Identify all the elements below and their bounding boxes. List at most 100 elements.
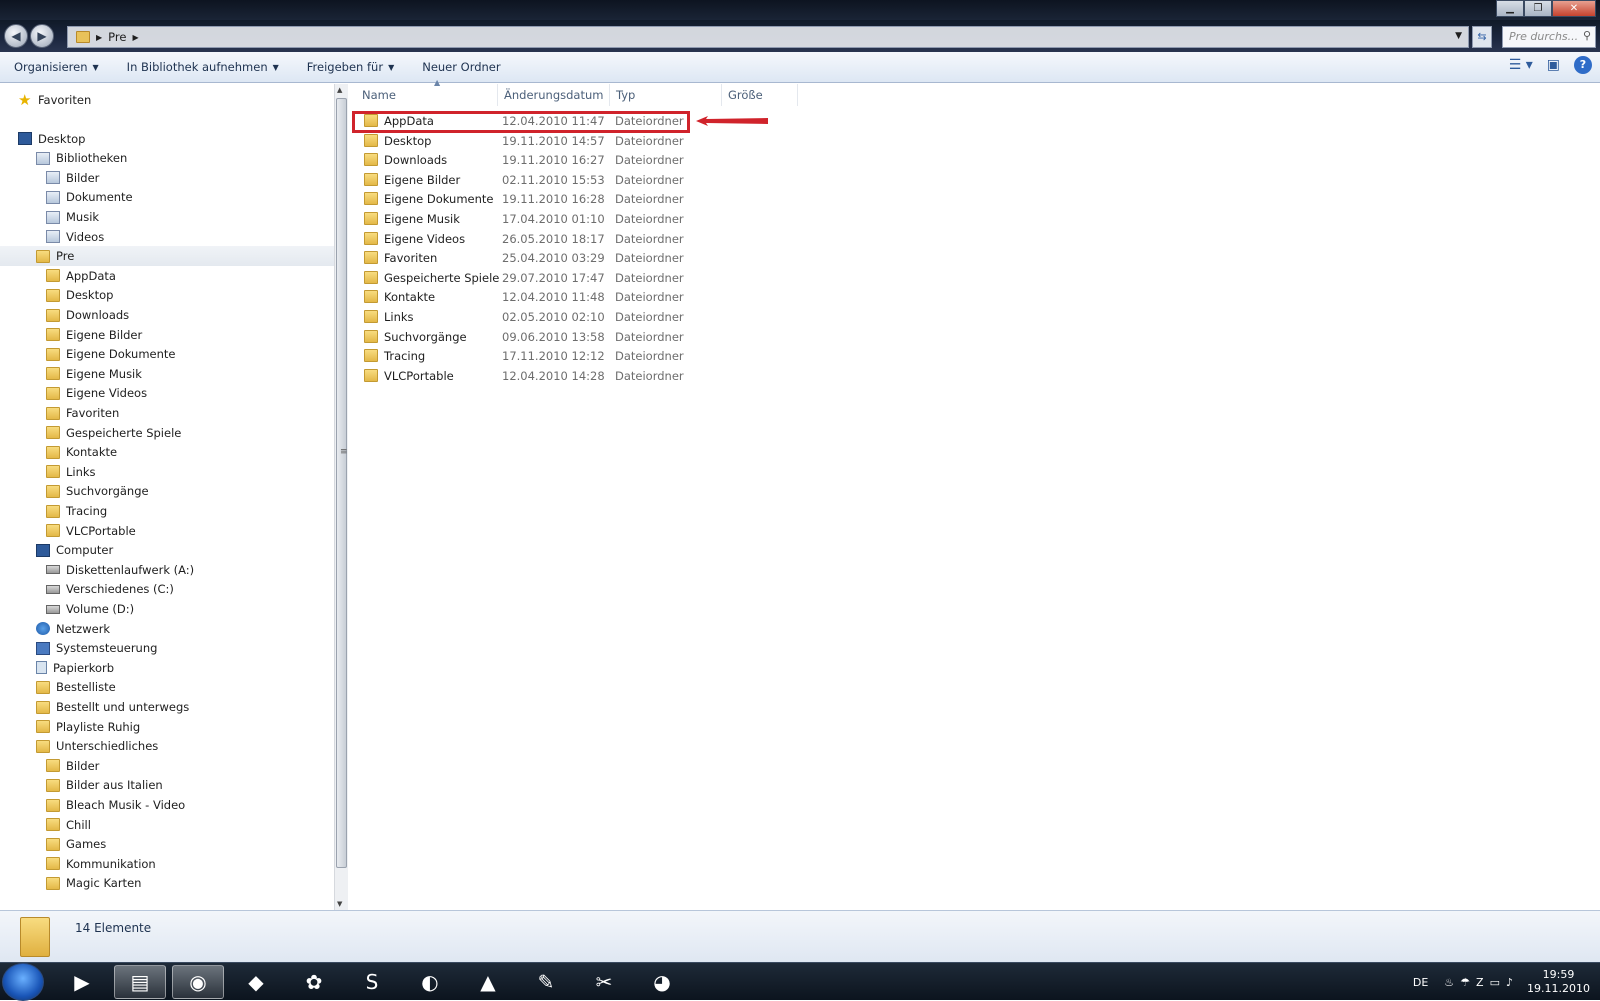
file-row[interactable]: Tracing 17.11.2010 12:12 Dateiordner bbox=[356, 346, 696, 366]
nav-item[interactable]: Kommunikation bbox=[46, 854, 156, 874]
paint-icon[interactable]: ✎ bbox=[520, 965, 572, 999]
nav-item[interactable]: Bestelliste bbox=[36, 677, 116, 697]
folder-icon bbox=[46, 308, 60, 322]
nav-item[interactable]: Verschiedenes (C:) bbox=[46, 579, 174, 599]
icq-icon[interactable]: ✿ bbox=[288, 965, 340, 999]
column-header-type[interactable]: Typ bbox=[610, 84, 722, 106]
nav-item[interactable]: Tracing bbox=[46, 501, 107, 521]
vlc-icon[interactable]: ▲ bbox=[462, 965, 514, 999]
nav-item[interactable]: Downloads bbox=[46, 305, 129, 325]
organize-button[interactable]: Organisieren ▼ bbox=[0, 52, 113, 82]
nav-item[interactable]: Volume (D:) bbox=[46, 599, 134, 619]
nav-item[interactable]: Bleach Musik - Video bbox=[46, 795, 185, 815]
scrollbar-thumb[interactable]: ≡ bbox=[336, 98, 348, 868]
address-dropdown-icon[interactable]: ▼ bbox=[1455, 31, 1462, 41]
antivirus-tray-icon[interactable]: ☂ bbox=[1460, 976, 1470, 989]
file-row[interactable]: Downloads 19.11.2010 16:27 Dateiordner bbox=[356, 150, 696, 170]
file-row[interactable]: Eigene Musik 17.04.2010 01:10 Dateiordner bbox=[356, 209, 696, 229]
firefox-icon[interactable]: ◉ bbox=[172, 965, 224, 999]
nav-item[interactable]: Diskettenlaufwerk (A:) bbox=[46, 560, 194, 580]
folders-icon[interactable]: ◆ bbox=[230, 965, 282, 999]
nav-item[interactable]: Bilder aus Italien bbox=[46, 775, 163, 795]
nav-item[interactable]: Bilder bbox=[46, 168, 99, 188]
nav-item[interactable]: Computer bbox=[36, 540, 113, 560]
minimize-button[interactable]: ▁ bbox=[1496, 0, 1524, 17]
nav-item[interactable]: Eigene Musik bbox=[46, 364, 142, 384]
folder-icon bbox=[46, 524, 60, 538]
nav-item[interactable]: Pre bbox=[0, 246, 336, 267]
scroll-up-icon[interactable]: ▲ bbox=[337, 86, 342, 94]
file-row[interactable]: Kontakte 12.04.2010 11:48 Dateiordner bbox=[356, 287, 696, 307]
nav-item[interactable]: Systemsteuerung bbox=[36, 638, 157, 658]
nav-item[interactable]: Eigene Dokumente bbox=[46, 344, 176, 364]
nav-item[interactable]: Bestellt und unterwegs bbox=[36, 697, 189, 717]
skype-icon[interactable]: S bbox=[346, 965, 398, 999]
address-field[interactable]: ▶ Pre ▶ ▼ bbox=[67, 26, 1469, 48]
file-row[interactable]: VLCPortable 12.04.2010 14:28 Dateiordner bbox=[356, 366, 696, 386]
nav-item[interactable]: Eigene Videos bbox=[46, 383, 147, 403]
nav-item[interactable]: Gespeicherte Spiele bbox=[46, 423, 181, 443]
nav-item[interactable]: Dokumente bbox=[46, 187, 133, 207]
nav-item[interactable]: Kontakte bbox=[46, 442, 117, 462]
close-button[interactable]: ✕ bbox=[1552, 0, 1596, 17]
nav-item[interactable]: Eigene Bilder bbox=[46, 325, 142, 345]
file-row[interactable]: Favoriten 25.04.2010 03:29 Dateiordner bbox=[356, 248, 696, 268]
forward-button[interactable]: ▶ bbox=[30, 24, 54, 48]
nav-item[interactable]: AppData bbox=[46, 266, 116, 286]
file-row[interactable]: Eigene Videos 26.05.2010 18:17 Dateiordner bbox=[356, 229, 696, 249]
language-indicator[interactable]: DE bbox=[1413, 976, 1428, 989]
nav-item[interactable]: Unterschiedliches bbox=[36, 736, 158, 756]
volume-tray-icon[interactable]: ♪ bbox=[1506, 976, 1513, 989]
nav-item[interactable]: Musik bbox=[46, 207, 99, 227]
nav-item[interactable]: Chill bbox=[46, 815, 91, 835]
start-button[interactable] bbox=[2, 963, 44, 1001]
nav-item[interactable]: Bibliotheken bbox=[36, 148, 127, 168]
share-with-button[interactable]: Freigeben für ▼ bbox=[293, 52, 408, 82]
search-input[interactable]: Pre durchs... ⚲ bbox=[1502, 26, 1596, 48]
file-row[interactable]: Suchvorgänge 09.06.2010 13:58 Dateiordner bbox=[356, 327, 696, 347]
navigation-scrollbar[interactable]: ▲ ≡ ▼ bbox=[334, 84, 348, 910]
file-row[interactable]: Eigene Dokumente 19.11.2010 16:28 Dateiord… bbox=[356, 189, 696, 209]
nav-item[interactable]: Videos bbox=[46, 227, 104, 247]
nav-item[interactable]: Magic Karten bbox=[46, 873, 141, 893]
new-folder-button[interactable]: Neuer Ordner bbox=[408, 52, 514, 82]
nav-item[interactable]: Papierkorb bbox=[36, 658, 114, 678]
maximize-button[interactable]: ❐ bbox=[1524, 0, 1552, 17]
nav-item[interactable]: Bilder bbox=[46, 756, 99, 776]
nav-item[interactable]: Playliste Ruhig bbox=[36, 717, 140, 737]
snipping-tool-icon[interactable]: ✂ bbox=[578, 965, 630, 999]
column-header-date[interactable]: Änderungsdatum bbox=[498, 84, 610, 106]
nav-item[interactable]: VLCPortable bbox=[46, 521, 136, 541]
view-options-icon[interactable]: ☰ ▾ bbox=[1509, 57, 1533, 73]
steam-tray-icon[interactable]: ♨ bbox=[1444, 976, 1454, 989]
scroll-down-icon[interactable]: ▼ bbox=[337, 900, 342, 908]
network-tray-icon[interactable]: ▭ bbox=[1490, 976, 1500, 989]
nav-item[interactable]: Games bbox=[46, 834, 106, 854]
nav-item[interactable]: Desktop bbox=[46, 285, 113, 305]
breadcrumb-pre[interactable]: Pre bbox=[108, 30, 126, 44]
nav-item[interactable]: Suchvorgänge bbox=[46, 481, 149, 501]
help-icon[interactable]: ? bbox=[1574, 56, 1592, 74]
nav-item[interactable]: ★ Favoriten bbox=[18, 90, 91, 110]
media-player-icon[interactable]: ▶ bbox=[56, 965, 108, 999]
nav-item[interactable]: Desktop bbox=[18, 129, 85, 149]
refresh-button[interactable]: ⇆ bbox=[1472, 26, 1492, 48]
teamspeak-icon[interactable]: ◐ bbox=[404, 965, 456, 999]
nav-item[interactable]: Favoriten bbox=[46, 403, 119, 423]
file-row[interactable]: Eigene Bilder 02.11.2010 15:53 Dateiordner bbox=[356, 170, 696, 190]
clock[interactable]: 19:59 19.11.2010 bbox=[1527, 968, 1590, 996]
nav-item[interactable]: Links bbox=[46, 462, 96, 482]
back-button[interactable]: ◀ bbox=[4, 24, 28, 48]
search-icon[interactable]: ⚲ bbox=[1583, 29, 1591, 42]
explorer-icon[interactable]: ▤ bbox=[114, 965, 166, 999]
column-header-size[interactable]: Größe bbox=[722, 84, 798, 106]
nav-item[interactable]: Netzwerk bbox=[36, 619, 110, 639]
file-row[interactable]: Gespeicherte Spiele 29.07.2010 17:47 Datei… bbox=[356, 268, 696, 288]
zonealarm-tray-icon[interactable]: Z bbox=[1476, 976, 1484, 989]
column-header-name[interactable]: Name ▲ bbox=[356, 78, 498, 106]
emule-icon[interactable]: ◕ bbox=[636, 965, 688, 999]
file-row[interactable]: Desktop 19.11.2010 14:57 Dateiordner bbox=[356, 131, 696, 151]
file-row[interactable]: Links 02.05.2010 02:10 Dateiordner bbox=[356, 307, 696, 327]
include-in-library-button[interactable]: In Bibliothek aufnehmen ▼ bbox=[113, 52, 293, 82]
preview-pane-icon[interactable]: ▣ bbox=[1547, 57, 1560, 73]
